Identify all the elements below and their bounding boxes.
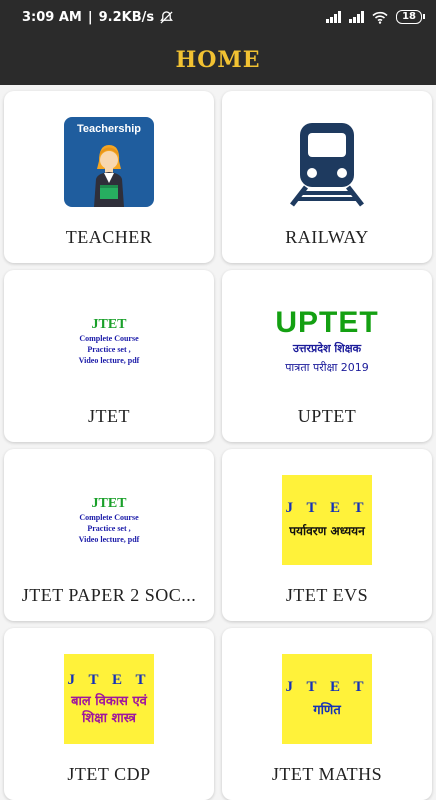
teacher-person-icon bbox=[94, 145, 124, 207]
card-uptet[interactable]: UPTET उत्तरप्रदेश शिक्षक पात्रता परीक्षा… bbox=[222, 270, 432, 442]
status-separator: | bbox=[87, 9, 93, 25]
battery-icon: 18 bbox=[396, 10, 425, 24]
thumb-heading: JTET bbox=[91, 316, 127, 332]
thumb-line-2: पात्रता परीक्षा 2019 bbox=[285, 361, 369, 374]
card-label: JTET PAPER 2 SOC... bbox=[21, 585, 197, 605]
teacher-thumbnail-title: Teachership bbox=[77, 123, 141, 135]
thumb-line-2: Practice set , bbox=[87, 523, 131, 533]
status-bar: 3:09 AM | 9.2KB/s 18 bbox=[0, 0, 436, 34]
thumb-heading: UPTET bbox=[275, 306, 379, 339]
jtet-cdp-thumbnail: J T E T बाल विकास एवं शिक्षा शास्त्र bbox=[64, 654, 154, 744]
jtet-paper-2-thumbnail: JTET Complete Course Practice set , Vide… bbox=[64, 475, 154, 565]
card-railway[interactable]: RAILWAY bbox=[222, 91, 432, 263]
thumb-heading: J T E T bbox=[67, 671, 151, 688]
card-label: RAILWAY bbox=[285, 227, 369, 247]
thumb-line-1: गणित bbox=[313, 703, 341, 718]
card-label: TEACHER bbox=[65, 227, 153, 247]
notification-off-icon bbox=[160, 10, 174, 24]
thumb-line-1: पर्यावरण अध्ययन bbox=[289, 524, 365, 538]
status-network-speed: 9.2KB/s bbox=[98, 9, 155, 25]
app-bar: HOME bbox=[0, 34, 436, 85]
thumb-line-2: शिक्षा शास्त्र bbox=[82, 710, 136, 726]
card-jtet[interactable]: JTET Complete Course Practice set , Vide… bbox=[4, 270, 214, 442]
jtet-maths-thumbnail: J T E T गणित bbox=[282, 654, 372, 744]
card-jtet-paper-2[interactable]: JTET Complete Course Practice set , Vide… bbox=[4, 449, 214, 621]
signal-icon bbox=[326, 11, 342, 23]
card-label: JTET EVS bbox=[285, 585, 369, 605]
card-label: UPTET bbox=[297, 406, 357, 426]
thumb-line-1: उत्तरप्रदेश शिक्षक bbox=[292, 342, 362, 355]
thumb-line-3: Video lecture, pdf bbox=[78, 534, 140, 544]
jtet-evs-thumbnail: J T E T पर्यावरण अध्ययन bbox=[282, 475, 372, 565]
jtet-thumbnail: JTET Complete Course Practice set , Vide… bbox=[64, 296, 154, 386]
train-icon bbox=[290, 123, 364, 207]
teacher-thumbnail: Teachership bbox=[64, 117, 154, 207]
page-title: HOME bbox=[175, 46, 261, 73]
uptet-thumbnail: UPTET उत्तरप्रदेश शिक्षक पात्रता परीक्षा… bbox=[272, 296, 382, 386]
thumb-line-1: बाल विकास एवं bbox=[71, 693, 147, 709]
status-time: 3:09 AM bbox=[22, 9, 82, 25]
thumb-line-1: Complete Course bbox=[79, 512, 139, 522]
card-label: JTET CDP bbox=[67, 764, 151, 784]
card-label: JTET bbox=[88, 406, 130, 426]
thumb-heading: J T E T bbox=[285, 679, 369, 695]
thumb-line-2: Practice set , bbox=[87, 344, 131, 354]
thumb-line-3: Video lecture, pdf bbox=[78, 355, 140, 365]
wifi-icon bbox=[372, 11, 388, 24]
card-jtet-maths[interactable]: J T E T गणित JTET MATHS bbox=[222, 628, 432, 800]
thumb-line-1: Complete Course bbox=[79, 333, 139, 343]
thumb-heading: JTET bbox=[91, 495, 127, 511]
card-jtet-evs[interactable]: J T E T पर्यावरण अध्ययन JTET EVS bbox=[222, 449, 432, 621]
card-label: JTET MATHS bbox=[271, 764, 383, 784]
card-jtet-cdp[interactable]: J T E T बाल विकास एवं शिक्षा शास्त्र JTE… bbox=[4, 628, 214, 800]
thumb-heading: J T E T bbox=[285, 500, 369, 516]
signal-icon-2 bbox=[349, 11, 365, 23]
card-teacher[interactable]: Teachership TEACHER bbox=[4, 91, 214, 263]
